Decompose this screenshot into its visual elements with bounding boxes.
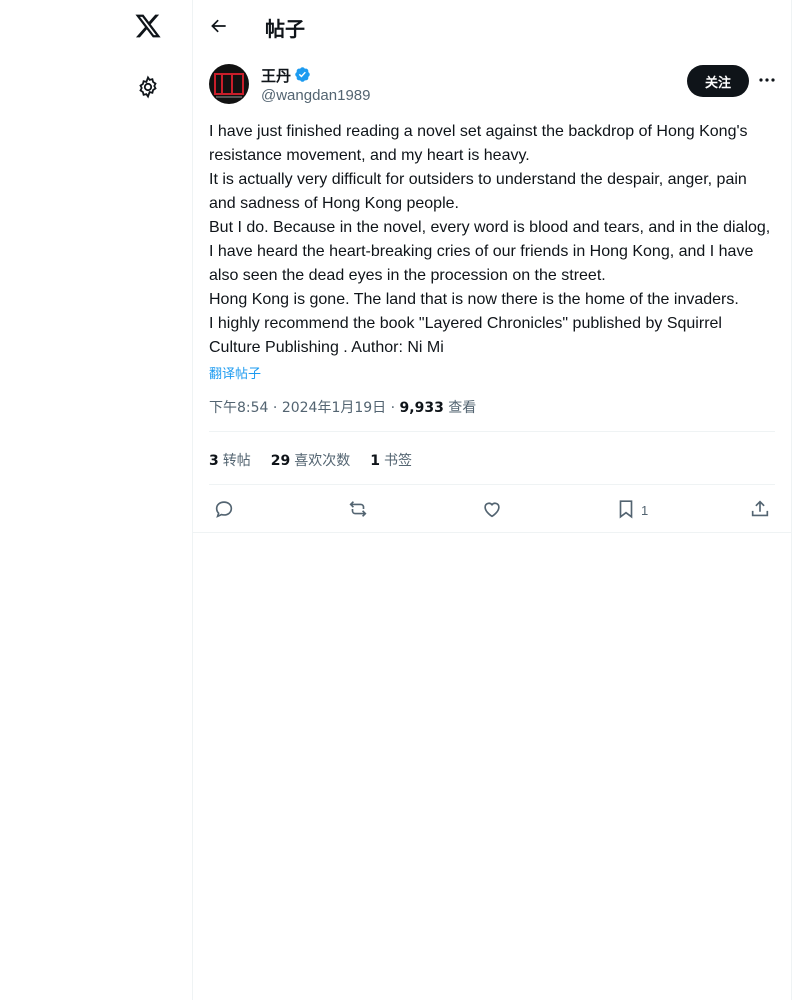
views-label: 查看 [448,400,477,416]
gear-icon[interactable] [136,75,160,99]
reply-icon[interactable] [213,498,235,520]
heart-icon[interactable] [481,498,503,520]
sidebar [0,0,192,1000]
share-icon[interactable] [749,498,771,520]
likes-stat[interactable]: 29 喜欢次数 [271,450,350,470]
bookmark-count: 1 [641,503,649,518]
verified-badge-icon[interactable] [294,66,311,83]
header: 帖子 [193,0,791,53]
separator: · [390,400,396,416]
avatar[interactable] [209,64,249,104]
author-name[interactable]: 王丹 [261,65,291,86]
x-logo-icon[interactable] [134,12,162,40]
follow-button[interactable]: 关注 [687,65,749,97]
separator: · [272,400,278,416]
views-count: 9,933 [399,400,444,416]
post-detail: 帖子 王丹 @wangdan1989 关注 I have just finish… [193,0,791,1000]
author-handle[interactable]: @wangdan1989 [261,87,370,104]
reposts-stat[interactable]: 3 转帖 [209,450,251,470]
back-arrow-icon[interactable] [209,16,229,36]
divider [193,532,791,533]
post-paragraph: It is actually very difficult for outsid… [209,171,747,212]
post-paragraph: Hong Kong is gone. The land that is now … [209,291,739,308]
post-paragraph: I highly recommend the book "Layered Chr… [209,315,722,356]
post-paragraph: I have just finished reading a novel set… [209,123,748,164]
page-title: 帖子 [265,17,305,41]
translate-link[interactable]: 翻译帖子 [209,363,261,382]
bookmarks-stat[interactable]: 1 书签 [370,450,412,470]
action-bar: 1 [209,494,775,524]
post-time[interactable]: 下午8:54 [209,400,268,416]
divider [209,484,775,485]
post-paragraph: But I do. Because in the novel, every wo… [209,219,771,284]
repost-icon[interactable] [347,498,369,520]
right-divider [791,0,792,1000]
post-text: I have just finished reading a novel set… [209,120,775,360]
post-date[interactable]: 2024年1月19日 [282,400,386,416]
post-stats: 3 转帖 29 喜欢次数 1 书签 [209,450,412,470]
post-meta: 下午8:54 · 2024年1月19日 · 9,933 查看 [209,397,476,417]
more-icon[interactable] [757,70,777,90]
bookmark-icon[interactable] [615,498,637,520]
divider [209,431,775,432]
